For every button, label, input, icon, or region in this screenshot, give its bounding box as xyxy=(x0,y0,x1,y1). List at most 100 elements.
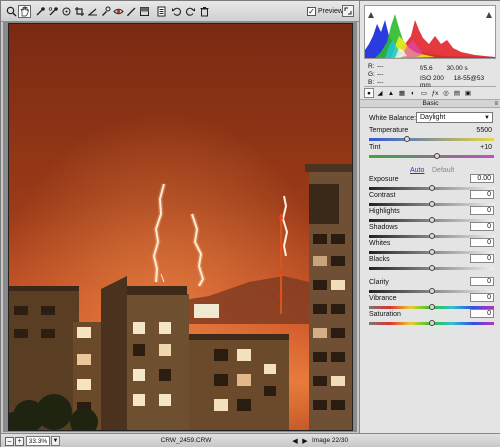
spot-removal-tool[interactable] xyxy=(99,5,112,18)
triangle-up-icon xyxy=(368,12,374,18)
blacks-value[interactable]: 0 xyxy=(470,254,494,263)
vibrance-slider-thumb[interactable] xyxy=(428,304,435,310)
split-toning-icon: ◐ xyxy=(411,89,415,97)
panel-tab-lens-corrections[interactable]: ▭ xyxy=(419,88,429,98)
readout-b: B: --- xyxy=(368,79,384,86)
previous-image-button[interactable]: ◀ xyxy=(291,437,299,446)
readout-r: R: --- xyxy=(368,63,384,70)
panel-tab-detail[interactable]: ▲ xyxy=(386,88,396,98)
camera-info: ISO 200 18-55@53 mm xyxy=(420,75,496,89)
brush-icon xyxy=(127,7,136,16)
status-bar: – + 33.3% ▼ CRW_2459.CRW ◀ ▶ Image 22/30 xyxy=(1,433,500,447)
target-icon xyxy=(62,7,71,16)
clarity-label: Clarity xyxy=(369,279,389,286)
zoom-tool[interactable] xyxy=(5,5,18,18)
saturation-value[interactable]: 0 xyxy=(470,309,494,318)
highlights-value[interactable]: 0 xyxy=(470,206,494,215)
panel-tab-presets[interactable]: ▤ xyxy=(452,88,462,98)
blacks-slider-thumb[interactable] xyxy=(428,265,435,271)
hand-tool[interactable] xyxy=(18,5,31,18)
white-balance-value: Daylight xyxy=(420,114,446,121)
highlights-slider-thumb[interactable] xyxy=(428,217,435,223)
iso-value: ISO 200 xyxy=(420,75,444,82)
presets-icon: ▤ xyxy=(453,90,461,97)
adjustment-brush-tool[interactable] xyxy=(125,5,138,18)
color-sampler-icon xyxy=(48,7,58,16)
saturation-slider-thumb[interactable] xyxy=(428,320,435,326)
preview-checkbox[interactable]: ✓ xyxy=(307,7,316,16)
panel-tab-fx[interactable]: ƒx xyxy=(430,88,440,98)
basic-icon: ● xyxy=(367,89,371,97)
blacks-slider-row: Blacks 0 xyxy=(369,254,494,272)
rotate-left-button[interactable] xyxy=(170,5,183,18)
vibrance-value[interactable]: 0 xyxy=(470,293,494,302)
delete-button[interactable] xyxy=(198,5,211,18)
next-image-button[interactable]: ▶ xyxy=(301,437,309,446)
clarity-slider-thumb[interactable] xyxy=(428,288,435,294)
tint-slider-track[interactable] xyxy=(369,155,494,158)
red-eye-icon xyxy=(113,8,124,15)
default-link[interactable]: Default xyxy=(432,167,454,174)
zoom-out-button[interactable]: – xyxy=(5,437,14,446)
color-sampler-tool[interactable] xyxy=(47,5,60,18)
panel-tab-snapshots[interactable]: ▣ xyxy=(463,88,473,98)
panel-tab-tone-curve[interactable]: ◢ xyxy=(375,88,385,98)
shadows-slider-thumb[interactable] xyxy=(428,233,435,239)
whites-slider-thumb[interactable] xyxy=(428,249,435,255)
white-balance-tool[interactable] xyxy=(34,5,47,18)
histogram xyxy=(364,5,496,59)
exposure-slider-thumb[interactable] xyxy=(428,185,435,191)
aperture-value: f/5.6 xyxy=(420,65,433,72)
rotate-left-icon xyxy=(172,7,182,16)
white-balance-select[interactable]: Daylight ▼ xyxy=(416,112,493,123)
histogram-graph xyxy=(365,6,495,58)
preferences-button[interactable] xyxy=(155,5,168,18)
zoom-dropdown[interactable]: ▼ xyxy=(51,436,60,446)
target-adjustment-tool[interactable] xyxy=(60,5,73,18)
hand-icon xyxy=(20,6,29,17)
info-readouts: R: --- G: --- B: --- f/5.6 30.00 s ISO 200 … xyxy=(364,61,496,89)
tint-slider-thumb[interactable] xyxy=(433,153,440,159)
highlight-clipping-warning[interactable] xyxy=(485,11,493,19)
fullscreen-button[interactable] xyxy=(342,5,354,17)
tint-slider-row: Tint +10 xyxy=(369,144,494,160)
zoom-level[interactable]: 33.3% xyxy=(26,436,50,446)
red-eye-tool[interactable] xyxy=(112,5,125,18)
panel-tabs: ● ◢ ▲ ▦ ◐ ▭ ƒx ◎ ▤ ▣ xyxy=(364,88,496,99)
temperature-slider-track[interactable] xyxy=(369,138,494,141)
panel-tab-hsl[interactable]: ▦ xyxy=(397,88,407,98)
contrast-slider-thumb[interactable] xyxy=(428,201,435,207)
shadows-value[interactable]: 0 xyxy=(470,222,494,231)
temperature-slider-thumb[interactable] xyxy=(403,136,410,142)
rotate-right-button[interactable] xyxy=(184,5,197,18)
section-header: Basic ≡ xyxy=(360,99,500,108)
exposure-info: f/5.6 30.00 s xyxy=(420,65,468,72)
shadows-label: Shadows xyxy=(369,224,398,231)
crop-tool[interactable] xyxy=(73,5,86,18)
panel-tab-camera-calibration[interactable]: ◎ xyxy=(441,88,451,98)
panel-tab-basic[interactable]: ● xyxy=(364,88,374,98)
exposure-value[interactable]: 0.00 xyxy=(470,174,494,183)
graduated-filter-tool[interactable] xyxy=(138,5,151,18)
preview-canvas[interactable] xyxy=(3,22,357,432)
section-title: Basic xyxy=(422,100,439,107)
white-balance-label: White Balance: xyxy=(369,115,417,122)
whites-value[interactable]: 0 xyxy=(470,238,494,247)
preview-toggle[interactable]: ✓ Preview xyxy=(307,6,343,17)
contrast-value[interactable]: 0 xyxy=(470,190,494,199)
shadow-clipping-warning[interactable] xyxy=(367,11,375,19)
panel-menu-icon[interactable]: ≡ xyxy=(494,100,498,108)
eyedropper-icon xyxy=(36,7,45,16)
zoom-icon xyxy=(6,6,17,17)
photo-preview[interactable] xyxy=(8,23,353,431)
graduated-filter-icon xyxy=(140,7,149,16)
clarity-value[interactable]: 0 xyxy=(470,277,494,286)
panel-tab-split-toning[interactable]: ◐ xyxy=(408,88,418,98)
temperature-value: 5500 xyxy=(476,127,492,134)
vibrance-label: Vibrance xyxy=(369,295,397,302)
auto-link[interactable]: Auto xyxy=(410,167,424,174)
straighten-tool[interactable] xyxy=(86,5,99,18)
preview-label: Preview xyxy=(318,8,343,15)
tint-label: Tint xyxy=(369,144,381,151)
zoom-in-button[interactable]: + xyxy=(15,437,24,446)
